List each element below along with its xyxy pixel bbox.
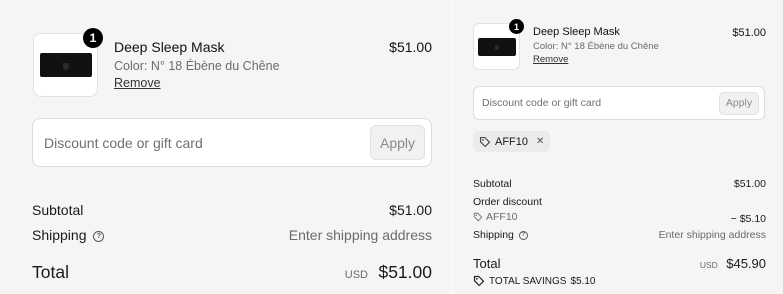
apply-button[interactable]: Apply	[719, 91, 759, 115]
product-name: Deep Sleep Mask	[533, 26, 620, 38]
subtotal-label: Subtotal	[32, 202, 84, 218]
total-label: Total	[473, 256, 501, 271]
currency-code: USD	[344, 269, 369, 281]
applied-discount-chip: AFF10 ✕	[473, 131, 551, 152]
discount-input[interactable]: Discount code or gift card	[482, 97, 719, 109]
sleep-mask-image	[39, 53, 92, 77]
total-label: Total	[32, 262, 69, 282]
product-details: Deep Sleep Mask Color: N° 18 Ébène du Ch…	[533, 26, 659, 65]
remove-link[interactable]: Remove	[114, 76, 280, 90]
order-discount-label: Order discount	[473, 196, 542, 208]
subtotal-value: $51.00	[389, 202, 432, 218]
order-discount-row: AFF10 − $5.10	[473, 211, 766, 225]
tag-icon	[473, 275, 485, 287]
line-item: 1 Deep Sleep Mask Color: N° 18 Ébène du …	[33, 28, 280, 97]
product-thumbnail: 1	[473, 19, 524, 70]
savings-value: $5.10	[570, 275, 596, 287]
remove-link[interactable]: Remove	[533, 54, 659, 65]
tag-icon	[479, 136, 491, 147]
subtotal-row: Subtotal $51.00	[32, 202, 432, 218]
shipping-label: Shipping	[32, 227, 87, 243]
line-item-price: $51.00	[732, 27, 766, 39]
total-row: Total USD $45.90	[473, 255, 766, 273]
product-variant: Color: N° 18 Ébène du Chêne	[114, 59, 280, 73]
product-details: Deep Sleep Mask Color: N° 18 Ébène du Ch…	[114, 39, 280, 90]
product-name: Deep Sleep Mask	[114, 39, 225, 55]
currency-code: USD	[699, 260, 718, 270]
apply-button[interactable]: Apply	[370, 125, 425, 160]
total-row: Total USD $51.00	[32, 262, 432, 283]
order-summary-with-discount: 1 Deep Sleep Mask Color: N° 18 Ébène du …	[452, 0, 783, 294]
help-icon[interactable]: ?	[93, 230, 105, 242]
total-savings: TOTAL SAVINGS $5.10	[473, 275, 595, 287]
tag-icon	[473, 212, 483, 222]
discount-form: Discount code or gift card Apply	[473, 86, 765, 120]
line-item: 1 Deep Sleep Mask Color: N° 18 Ébène du …	[473, 19, 659, 70]
help-icon[interactable]: ?	[518, 230, 528, 240]
order-summary-before-discount: 1 Deep Sleep Mask Color: N° 18 Ébène du …	[0, 0, 452, 294]
subtotal-row: Subtotal $51.00	[473, 178, 766, 190]
remove-code-icon[interactable]: ✕	[536, 136, 544, 147]
shipping-label: Shipping	[473, 229, 514, 241]
subtotal-value: $51.00	[733, 178, 766, 190]
applied-code: AFF10	[495, 135, 529, 148]
product-variant: Color: N° 18 Ébène du Chêne	[533, 41, 659, 52]
subtotal-label: Subtotal	[473, 178, 512, 190]
shipping-row: Shipping ? Enter shipping address	[32, 227, 432, 243]
total-value: $51.00	[378, 262, 432, 282]
shipping-value: Enter shipping address	[288, 227, 432, 243]
total-value: $45.90	[726, 256, 766, 271]
line-item-price: $51.00	[389, 39, 432, 55]
discount-input[interactable]: Discount code or gift card	[44, 135, 370, 151]
product-thumbnail: 1	[33, 28, 103, 97]
discount-form: Discount code or gift card Apply	[32, 118, 432, 167]
quantity-badge: 1	[509, 19, 524, 34]
shipping-value: Enter shipping address	[658, 229, 766, 241]
discount-value: − $5.10	[730, 213, 766, 225]
shipping-row: Shipping ? Enter shipping address	[473, 229, 766, 241]
savings-label: TOTAL SAVINGS	[489, 275, 567, 287]
quantity-badge: 1	[83, 28, 103, 48]
discount-code: AFF10	[486, 211, 518, 223]
sleep-mask-image	[477, 37, 516, 56]
